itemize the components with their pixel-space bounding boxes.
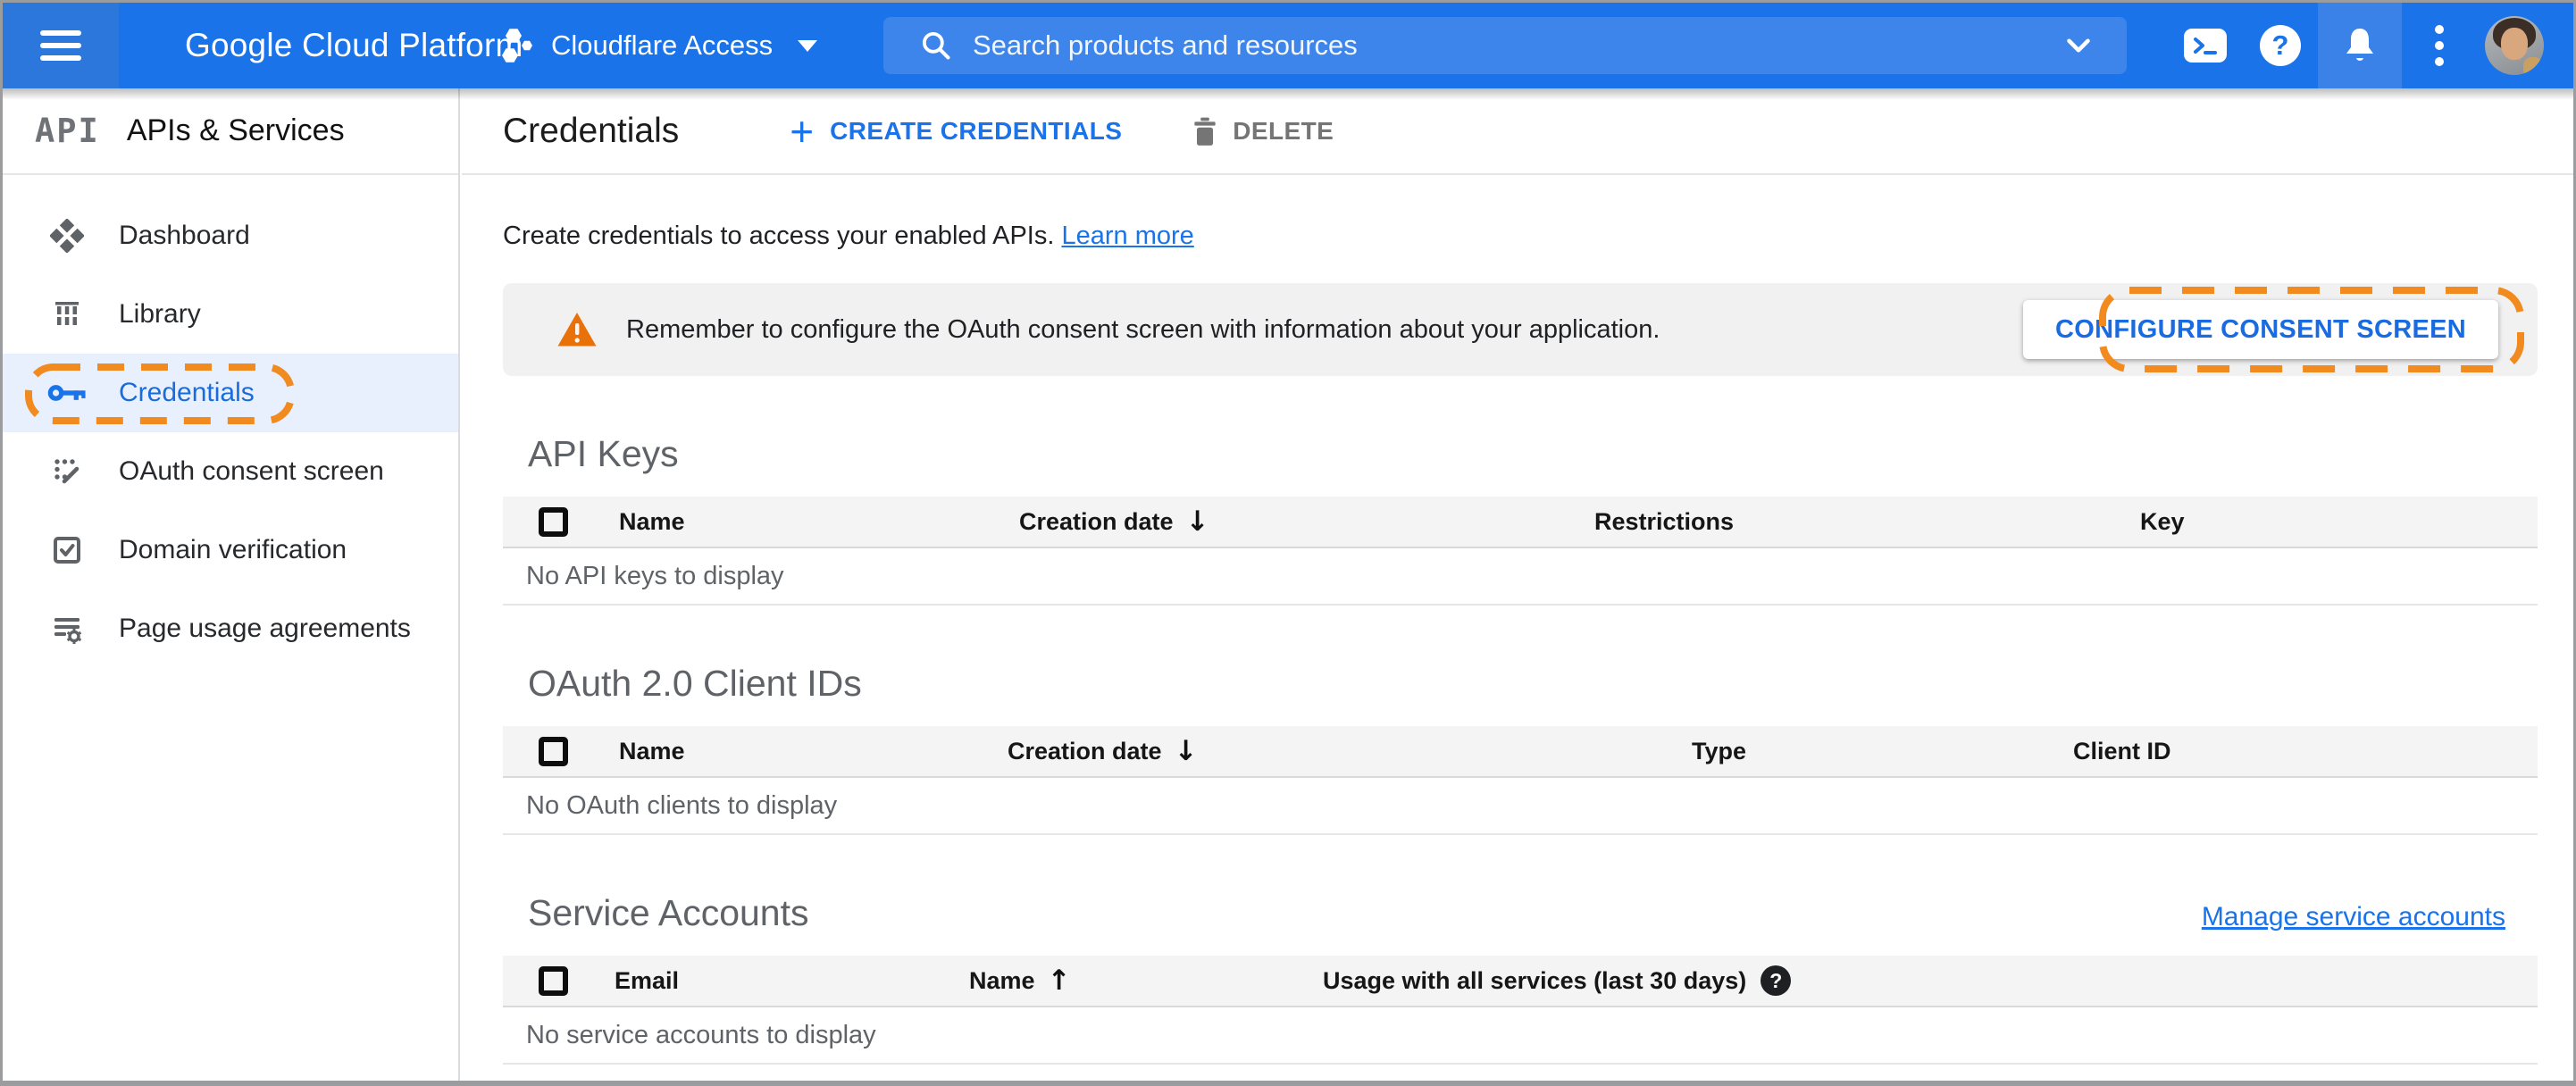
- service-accounts-empty-state: No service accounts to display: [503, 1007, 2538, 1065]
- sidebar-item-label: Credentials: [119, 378, 255, 407]
- terminal-icon: [2184, 29, 2227, 63]
- api-keys-header-row: Name Creation date ↓ Restrictions Key: [503, 497, 2538, 548]
- main-area: Credentials + CREATE CREDENTIALS DELETE …: [462, 88, 2573, 1081]
- help-button[interactable]: ?: [2243, 3, 2318, 88]
- bell-icon: [2346, 29, 2373, 61]
- sidebar-item-page-usage-agreements[interactable]: Page usage agreements: [3, 589, 458, 668]
- caret-down-icon: [798, 39, 818, 52]
- browser-viewport: Google Cloud Platform Cloudflare Access: [0, 0, 2576, 1086]
- section-title-api-keys: API Keys: [528, 433, 679, 474]
- page-title: Credentials: [503, 111, 680, 150]
- cloud-shell-button[interactable]: [2168, 3, 2243, 88]
- api-logo: API: [35, 112, 100, 150]
- project-icon: [502, 29, 532, 63]
- agreements-icon: [47, 613, 87, 645]
- sidebar-header: API APIs & Services: [3, 88, 458, 175]
- page-content: Create credentials to access your enable…: [462, 221, 2573, 1065]
- manage-service-accounts-link[interactable]: Manage service accounts: [2202, 902, 2505, 932]
- warning-text: Remember to configure the OAuth consent …: [626, 314, 1660, 344]
- sidebar-item-dashboard[interactable]: Dashboard: [3, 196, 458, 275]
- column-header-name[interactable]: Name ↑: [969, 965, 1323, 997]
- column-header-creation-date[interactable]: Creation date ↓: [1008, 735, 1692, 767]
- column-header-key[interactable]: Key: [2140, 508, 2538, 536]
- question-icon: ?: [2260, 25, 2301, 66]
- sidebar-item-label: Domain verification: [119, 535, 347, 564]
- sidebar-item-credentials[interactable]: Credentials: [3, 354, 458, 432]
- search-icon: [919, 29, 953, 63]
- configure-consent-screen-button[interactable]: CONFIGURE CONSENT SCREEN: [2023, 300, 2498, 359]
- sidebar-item-oauth-consent-screen[interactable]: OAuth consent screen: [3, 432, 458, 511]
- sort-arrow-down-icon: ↓: [1174, 735, 1198, 767]
- project-name: Cloudflare Access: [551, 29, 774, 61]
- usage-help-icon[interactable]: ?: [1761, 965, 1792, 996]
- section-title-oauth-clients: OAuth 2.0 Client IDs: [528, 663, 862, 704]
- delete-button[interactable]: DELETE: [1192, 115, 1334, 147]
- sidebar: API APIs & Services Dashboard Library Cr…: [3, 88, 460, 1081]
- sidebar-item-library[interactable]: Library: [3, 275, 458, 354]
- select-all-checkbox[interactable]: [539, 965, 568, 996]
- sidebar-title: APIs & Services: [126, 113, 345, 147]
- column-header-name[interactable]: Name: [619, 508, 1019, 536]
- create-credentials-button[interactable]: + CREATE CREDENTIALS: [790, 107, 1122, 155]
- column-header-restrictions[interactable]: Restrictions: [1594, 508, 2140, 536]
- dashboard-icon: [47, 219, 87, 253]
- key-icon: [47, 380, 87, 406]
- column-header-email[interactable]: Email: [615, 967, 969, 995]
- topbar-actions: ?: [2168, 3, 2552, 88]
- project-selector[interactable]: Cloudflare Access: [499, 3, 818, 88]
- sidebar-nav: Dashboard Library Credentials OAuth cons…: [3, 175, 458, 668]
- column-header-usage[interactable]: Usage with all services (last 30 days) ?: [1323, 965, 2538, 996]
- product-logo[interactable]: Google Cloud Platform: [185, 3, 523, 88]
- warning-triangle-icon: [556, 311, 598, 348]
- domain-check-icon: [47, 534, 87, 566]
- service-accounts-header-row: Email Name ↑ Usage with all services (la…: [503, 956, 2538, 1007]
- sort-arrow-up-icon: ↑: [1047, 965, 1071, 997]
- sidebar-item-label: Page usage agreements: [119, 614, 411, 643]
- account-button[interactable]: [2477, 3, 2552, 88]
- sidebar-item-label: Dashboard: [119, 221, 250, 250]
- column-header-client-id[interactable]: Client ID: [2073, 738, 2538, 765]
- section-title-service-accounts: Service Accounts: [528, 892, 809, 933]
- library-icon: [47, 298, 87, 330]
- sidebar-item-label: Library: [119, 299, 201, 329]
- consent-icon: [47, 455, 87, 488]
- search-input[interactable]: [973, 29, 2062, 62]
- more-options-button[interactable]: [2402, 3, 2477, 88]
- search-bar[interactable]: [883, 17, 2127, 74]
- search-expand-chevron-icon[interactable]: [2062, 29, 2095, 62]
- three-dots-icon: [2435, 25, 2444, 66]
- sidebar-item-label: OAuth consent screen: [119, 456, 384, 486]
- hamburger-icon: [40, 30, 81, 61]
- main-menu-button[interactable]: [3, 3, 119, 88]
- notifications-button[interactable]: [2318, 3, 2402, 88]
- select-all-checkbox[interactable]: [539, 506, 568, 537]
- oauth-clients-empty-state: No OAuth clients to display: [503, 778, 2538, 835]
- column-header-type[interactable]: Type: [1692, 738, 2073, 765]
- plus-icon: +: [790, 107, 815, 155]
- api-keys-empty-state: No API keys to display: [503, 548, 2538, 606]
- trash-icon: [1194, 117, 1216, 146]
- page-toolbar: Credentials + CREATE CREDENTIALS DELETE: [462, 88, 2573, 175]
- column-header-creation-date[interactable]: Creation date ↓: [1019, 505, 1594, 538]
- intro-text: Create credentials to access your enable…: [503, 221, 1194, 250]
- app-bar: Google Cloud Platform Cloudflare Access: [3, 3, 2573, 88]
- select-all-checkbox[interactable]: [539, 736, 568, 766]
- service-accounts-heading-row: Service Accounts Manage service accounts: [503, 892, 2538, 934]
- sidebar-item-domain-verification[interactable]: Domain verification: [3, 511, 458, 589]
- column-header-name[interactable]: Name: [619, 738, 1008, 765]
- sort-arrow-down-icon: ↓: [1185, 505, 1209, 538]
- warning-banner: Remember to configure the OAuth consent …: [503, 283, 2538, 376]
- learn-more-link[interactable]: Learn more: [1061, 221, 1193, 250]
- avatar: [2485, 16, 2544, 75]
- oauth-clients-header-row: Name Creation date ↓ Type Client ID: [503, 726, 2538, 778]
